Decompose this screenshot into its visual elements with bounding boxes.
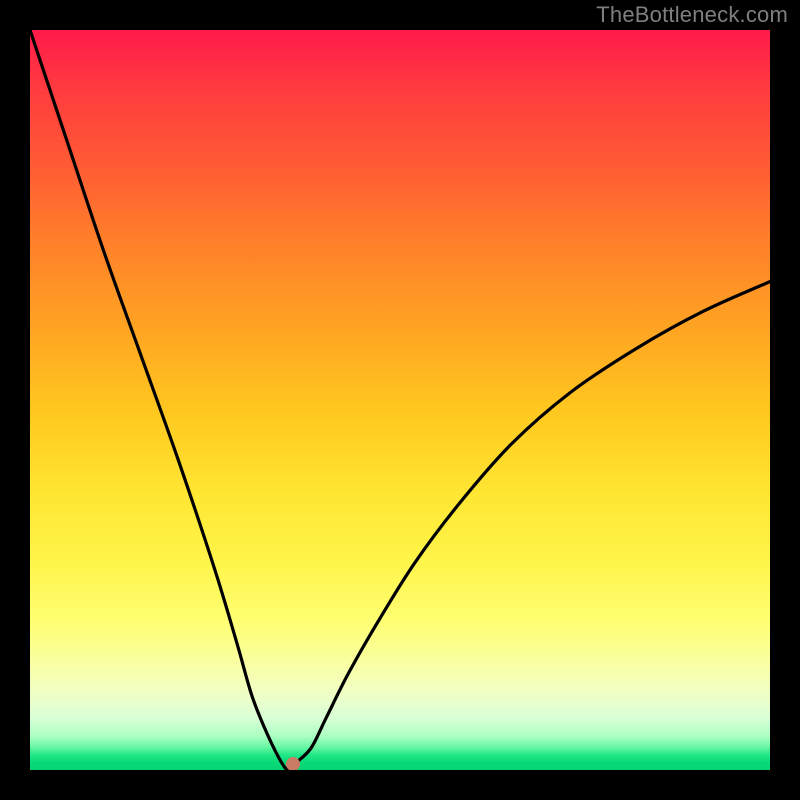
curve-svg — [30, 30, 770, 770]
chart-frame: TheBottleneck.com — [0, 0, 800, 800]
optimum-marker-dot — [286, 757, 300, 770]
plot-area — [30, 30, 770, 770]
bottleneck-curve — [30, 30, 770, 770]
watermark-text: TheBottleneck.com — [596, 2, 788, 28]
